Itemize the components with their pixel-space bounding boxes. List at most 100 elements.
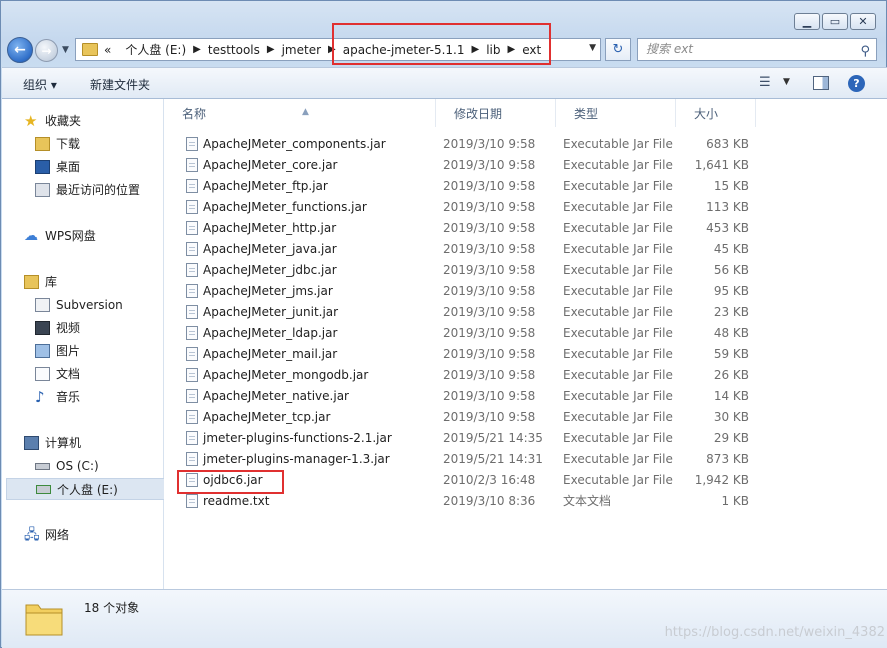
view-dropdown-icon[interactable]: ▼	[783, 77, 790, 87]
file-name: ApacheJMeter_java.jar	[203, 242, 337, 256]
file-row[interactable]: ApacheJMeter_functions.jar 2019/3/10 9:58…	[164, 197, 887, 218]
nav-label: WPS网盘	[45, 229, 96, 243]
file-row[interactable]: ApacheJMeter_http.jar 2019/3/10 9:58 Execu…	[164, 218, 887, 239]
file-type: Executable Jar File	[563, 221, 673, 235]
file-row[interactable]: ApacheJMeter_jms.jar 2019/3/10 9:58 Execut…	[164, 281, 887, 302]
file-type: Executable Jar File	[563, 431, 673, 445]
file-row[interactable]: ApacheJMeter_ldap.jar 2019/3/10 9:58 Execu…	[164, 323, 887, 344]
file-highlight-box	[177, 470, 284, 494]
desktop-icon	[35, 160, 50, 174]
file-type: Executable Jar File	[563, 326, 673, 340]
file-type: 文本文档	[563, 494, 612, 508]
file-date: 2019/3/10 9:58	[443, 410, 536, 424]
breadcrumb-overflow[interactable]: «	[104, 43, 111, 57]
file-row[interactable]: ApacheJMeter_components.jar 2019/3/10 9:5…	[164, 134, 887, 155]
jar-file-icon	[186, 200, 198, 214]
file-row[interactable]: ApacheJMeter_junit.jar 2019/3/10 9:58 Exec…	[164, 302, 887, 323]
subversion-icon	[35, 298, 50, 312]
view-options-icon[interactable]: ☰	[759, 75, 771, 90]
close-button[interactable]: ✕	[850, 13, 876, 30]
file-date: 2019/3/10 9:58	[443, 389, 536, 403]
file-size: 23 KB	[713, 305, 749, 319]
file-size: 95 KB	[713, 284, 749, 298]
file-date: 2019/3/10 9:58	[443, 305, 536, 319]
file-date: 2019/3/10 9:58	[443, 200, 536, 214]
nav-personal-drive[interactable]: 个人盘 (E:)	[6, 478, 166, 500]
jar-file-icon	[186, 431, 198, 445]
search-icon[interactable]: ⚲	[860, 41, 870, 62]
file-type: Executable Jar File	[563, 242, 673, 256]
recent-pages-dropdown[interactable]: ▼	[62, 45, 69, 55]
breadcrumb-separator-icon[interactable]: ▶	[193, 44, 201, 55]
file-name: ApacheJMeter_core.jar	[203, 158, 338, 172]
column-label: 名称	[182, 107, 207, 121]
file-type: Executable Jar File	[563, 305, 673, 319]
help-icon[interactable]: ?	[848, 75, 865, 92]
search-placeholder: 搜索 ext	[646, 42, 694, 56]
breadcrumb-testtools[interactable]: testtools	[208, 43, 260, 57]
file-row[interactable]: ApacheJMeter_core.jar 2019/3/10 9:58 Execu…	[164, 155, 887, 176]
nav-label: 音乐	[56, 390, 81, 404]
column-header-date[interactable]: 修改日期	[436, 99, 556, 127]
file-size: 683 KB	[706, 137, 749, 151]
file-size: 45 KB	[713, 242, 749, 256]
back-button[interactable]: ←	[7, 37, 33, 63]
file-type: Executable Jar File	[563, 179, 673, 193]
refresh-button[interactable]: ↻	[605, 38, 631, 61]
file-name: ApacheJMeter_ftp.jar	[203, 179, 328, 193]
file-size: 15 KB	[713, 179, 749, 193]
minimize-button[interactable]: ▁	[794, 13, 820, 30]
new-folder-button[interactable]: 新建文件夹	[90, 76, 150, 93]
file-name: ApacheJMeter_native.jar	[203, 389, 349, 403]
text-file-icon	[186, 494, 198, 508]
nav-label: 最近访问的位置	[56, 183, 141, 197]
column-header-name[interactable]: 名称 ▲	[164, 99, 436, 127]
file-date: 2019/3/10 9:58	[443, 137, 536, 151]
file-size: 113 KB	[706, 200, 749, 214]
search-input[interactable]: 搜索 ext ⚲	[637, 38, 877, 61]
file-date: 2019/3/10 9:58	[443, 326, 536, 340]
breadcrumb-jmeter[interactable]: jmeter	[282, 43, 321, 57]
file-name: readme.txt	[203, 494, 270, 508]
file-size: 873 KB	[706, 452, 749, 466]
file-row[interactable]: ApacheJMeter_mongodb.jar 2019/3/10 9:58 Ex…	[164, 365, 887, 386]
nav-label: 下载	[56, 137, 81, 151]
file-row[interactable]: ApacheJMeter_ftp.jar 2019/3/10 9:58 Execut…	[164, 176, 887, 197]
file-type: Executable Jar File	[563, 410, 673, 424]
file-row[interactable]: jmeter-plugins-functions-2.1.jar 2019/5/2…	[164, 428, 887, 449]
watermark: https://blog.csdn.net/weixin_4382	[664, 625, 885, 640]
maximize-button[interactable]: ▭	[822, 13, 848, 30]
organize-menu[interactable]: 组织 ▾	[23, 76, 57, 93]
breadcrumb-separator-icon[interactable]: ▶	[267, 44, 275, 55]
file-row[interactable]: ApacheJMeter_native.jar 2019/3/10 9:58 Exe…	[164, 386, 887, 407]
file-row[interactable]: jmeter-plugins-manager-1.3.jar 2019/5/21 …	[164, 449, 887, 470]
column-header-size[interactable]: 大小	[676, 99, 756, 127]
file-name: ApacheJMeter_junit.jar	[203, 305, 339, 319]
file-row[interactable]: ApacheJMeter_java.jar 2019/3/10 9:58 Execu…	[164, 239, 887, 260]
preview-pane-icon[interactable]	[813, 76, 829, 90]
address-dropdown-icon[interactable]: ▼	[589, 43, 596, 53]
download-folder-icon	[35, 137, 50, 151]
file-row[interactable]: readme.txt 2019/3/10 8:36 文本文档 1 KB	[164, 491, 887, 512]
forward-button[interactable]: →	[35, 39, 58, 62]
file-type: Executable Jar File	[563, 158, 673, 172]
file-size: 59 KB	[713, 347, 749, 361]
drive-icon	[35, 463, 50, 470]
file-size: 1,942 KB	[694, 473, 749, 487]
file-size: 48 KB	[713, 326, 749, 340]
file-type: Executable Jar File	[563, 200, 673, 214]
file-size: 1,641 KB	[694, 158, 749, 172]
jar-file-icon	[186, 452, 198, 466]
file-row[interactable]: ApacheJMeter_jdbc.jar 2019/3/10 9:58 Execu…	[164, 260, 887, 281]
file-name: ApacheJMeter_components.jar	[203, 137, 386, 151]
file-date: 2019/5/21 14:31	[443, 452, 543, 466]
column-header-type[interactable]: 类型	[556, 99, 676, 127]
jar-file-icon	[186, 368, 198, 382]
jar-file-icon	[186, 326, 198, 340]
file-row[interactable]: ApacheJMeter_tcp.jar 2019/3/10 9:58 Execut…	[164, 407, 887, 428]
sort-ascending-icon: ▲	[302, 107, 309, 117]
forward-arrow-icon: →	[41, 43, 52, 58]
file-row[interactable]: ApacheJMeter_mail.jar 2019/3/10 9:58 Execu…	[164, 344, 887, 365]
breadcrumb-drive[interactable]: 个人盘 (E:)	[125, 41, 186, 58]
file-type: Executable Jar File	[563, 347, 673, 361]
